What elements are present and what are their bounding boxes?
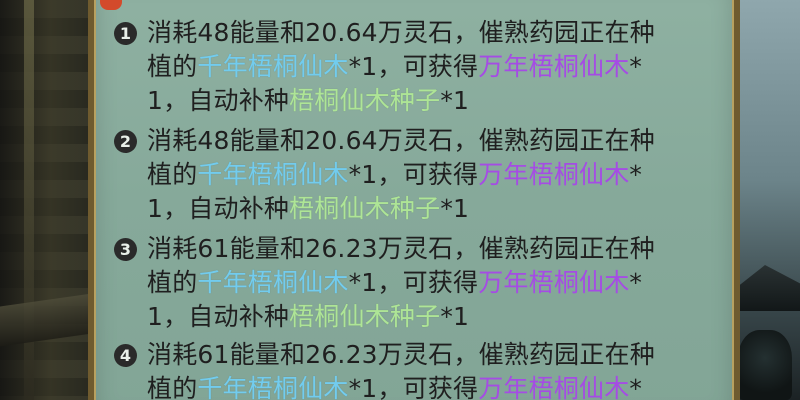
text-mid: *1，可获得: [348, 374, 479, 400]
text-suffix: *: [629, 374, 643, 400]
source-item-name: 千年梧桐仙木: [197, 160, 349, 189]
entry-line-1: 2 消耗48能量和20.64万灵石，催熟药园正在种: [114, 124, 724, 158]
text-suffix: *: [629, 268, 643, 297]
text-suffix: *: [629, 160, 643, 189]
reward-item-name: 万年梧桐仙木: [478, 52, 630, 81]
entry-line-2: 植的 千年梧桐仙木 *1，可获得 万年梧桐仙木 *: [114, 266, 724, 300]
entry-line-1: 3 消耗61能量和26.23万灵石，催熟药园正在种: [114, 232, 724, 266]
entry-line-2: 植的 千年梧桐仙木 *1，可获得 万年梧桐仙木 *: [114, 372, 724, 400]
option-entry-2: 2 消耗48能量和20.64万灵石，催熟药园正在种 植的 千年梧桐仙木 *1，可…: [114, 124, 724, 226]
text-prefix: 1，自动补种: [147, 302, 290, 331]
reward-item-name: 万年梧桐仙木: [478, 268, 630, 297]
corner-badge-icon: [100, 0, 122, 10]
background-tree: [738, 330, 792, 400]
option-entry-4: 4 消耗61能量和26.23万灵石，催熟药园正在种 植的 千年梧桐仙木 *1，可…: [114, 338, 724, 400]
seed-item-name: 梧桐仙木种子: [289, 194, 441, 223]
description-panel: 1 消耗48能量和20.64万灵石，催熟药园正在种 植的 千年梧桐仙木 *1，可…: [88, 0, 740, 400]
entry-line-2: 植的 千年梧桐仙木 *1，可获得 万年梧桐仙木 *: [114, 50, 724, 84]
source-item-name: 千年梧桐仙木: [197, 268, 349, 297]
background-sky-right: [730, 0, 800, 400]
text-prefix: 1，自动补种: [147, 86, 290, 115]
text-prefix: 植的: [147, 268, 198, 297]
text-suffix: *1: [440, 86, 470, 115]
number-badge-icon: 4: [114, 343, 137, 367]
source-item-name: 千年梧桐仙木: [197, 52, 349, 81]
option-entry-3: 3 消耗61能量和26.23万灵石，催熟药园正在种 植的 千年梧桐仙木 *1，可…: [114, 232, 724, 334]
cost-text: 消耗48能量和20.64万灵石，催熟药园正在种: [147, 126, 655, 155]
cost-text: 消耗48能量和20.64万灵石，催熟药园正在种: [147, 18, 655, 47]
reward-item-name: 万年梧桐仙木: [478, 160, 630, 189]
seed-item-name: 梧桐仙木种子: [289, 302, 441, 331]
background-roof: [730, 265, 800, 311]
source-item-name: 千年梧桐仙木: [197, 374, 349, 400]
option-entry-1: 1 消耗48能量和20.64万灵石，催熟药园正在种 植的 千年梧桐仙木 *1，可…: [114, 16, 724, 118]
text-prefix: 植的: [147, 374, 198, 400]
number-badge-icon: 3: [114, 237, 137, 261]
entry-line-1: 4 消耗61能量和26.23万灵石，催熟药园正在种: [114, 338, 724, 372]
text-suffix: *1: [440, 194, 470, 223]
cost-text: 消耗61能量和26.23万灵石，催熟药园正在种: [147, 340, 655, 369]
text-suffix: *1: [440, 302, 470, 331]
text-mid: *1，可获得: [348, 160, 479, 189]
text-prefix: 1，自动补种: [147, 194, 290, 223]
number-badge-icon: 2: [114, 129, 137, 153]
text-suffix: *: [629, 52, 643, 81]
reward-item-name: 万年梧桐仙木: [478, 374, 630, 400]
text-mid: *1，可获得: [348, 268, 479, 297]
text-mid: *1，可获得: [348, 52, 479, 81]
entry-line-2: 植的 千年梧桐仙木 *1，可获得 万年梧桐仙木 *: [114, 158, 724, 192]
seed-item-name: 梧桐仙木种子: [289, 86, 441, 115]
entry-line-1: 1 消耗48能量和20.64万灵石，催熟药园正在种: [114, 16, 724, 50]
entry-line-3: 1，自动补种 梧桐仙木种子 *1: [114, 84, 724, 118]
entry-line-3: 1，自动补种 梧桐仙木种子 *1: [114, 192, 724, 226]
cost-text: 消耗61能量和26.23万灵石，催熟药园正在种: [147, 234, 655, 263]
entry-line-3: 1，自动补种 梧桐仙木种子 *1: [114, 300, 724, 334]
text-prefix: 植的: [147, 52, 198, 81]
game-scene: 1 消耗48能量和20.64万灵石，催熟药园正在种 植的 千年梧桐仙木 *1，可…: [0, 0, 800, 400]
text-prefix: 植的: [147, 160, 198, 189]
background-building-left: [0, 0, 92, 400]
background-eave: [0, 293, 92, 347]
number-badge-icon: 1: [114, 21, 137, 45]
